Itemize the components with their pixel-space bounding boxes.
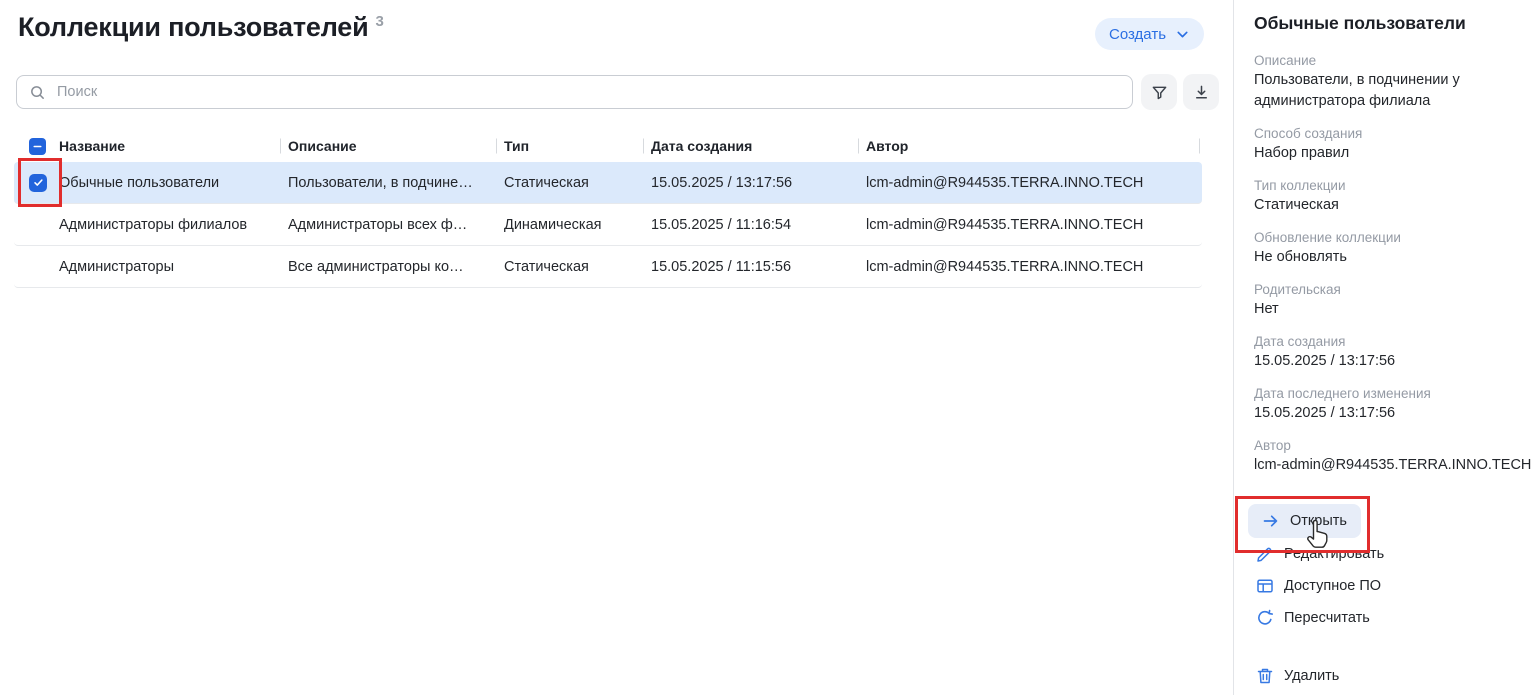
detail-field-label: Автор — [1254, 436, 1532, 455]
detail-field-label: Дата последнего изменения — [1254, 384, 1532, 403]
action-label: Открыть — [1290, 513, 1347, 529]
create-button[interactable]: Создать — [1095, 18, 1204, 50]
arrow-right-icon — [1262, 512, 1280, 530]
download-button[interactable] — [1183, 74, 1219, 110]
action-item[interactable]: Пересчитать — [1248, 602, 1378, 634]
cell-name: Администраторы — [59, 259, 280, 275]
action-label: Редактировать — [1284, 546, 1384, 562]
detail-field-label: Способ создания — [1254, 124, 1532, 143]
cell-created: 15.05.2025 / 11:16:54 — [643, 217, 858, 233]
detail-field: Описание Пользователи, в подчинении у ад… — [1254, 51, 1532, 112]
row-checkbox[interactable] — [29, 174, 47, 192]
cell-name: Администраторы филиалов — [59, 217, 280, 233]
cell-description: Администраторы всех ф… — [280, 217, 496, 233]
detail-field-label: Обновление коллекции — [1254, 228, 1532, 247]
detail-field: Тип коллекции Статическая — [1254, 176, 1532, 216]
table-header-row: Название Описание Тип Дата создания Авто… — [14, 130, 1202, 162]
pencil-icon — [1256, 545, 1274, 563]
column-header-type: Тип — [496, 138, 643, 154]
detail-field: Дата последнего изменения 15.05.2025 / 1… — [1254, 384, 1532, 424]
table-row[interactable]: Обычные пользователи Пользователи, в под… — [14, 162, 1202, 204]
trash-icon — [1256, 667, 1274, 685]
download-icon — [1192, 83, 1211, 102]
action-item[interactable]: Открыть — [1248, 504, 1361, 538]
detail-field-value: lcm-admin@R944535.TERRA.INNO.TECH — [1254, 455, 1532, 476]
column-header-description: Описание — [280, 138, 496, 154]
column-header-author: Автор — [858, 138, 1202, 154]
check-icon — [32, 176, 45, 189]
search-input[interactable] — [55, 83, 1120, 101]
detail-field-value: Не обновлять — [1254, 247, 1532, 268]
select-all-checkbox[interactable] — [29, 138, 46, 155]
details-fields: Описание Пользователи, в подчинении у ад… — [1254, 51, 1532, 476]
detail-field: Обновление коллекции Не обновлять — [1254, 228, 1532, 268]
action-item[interactable]: Удалить — [1248, 660, 1347, 692]
cell-author: lcm-admin@R944535.TERRA.INNO.TECH — [858, 175, 1202, 191]
search-bar — [16, 75, 1133, 109]
cell-type: Статическая — [496, 175, 643, 191]
details-title: Обычные пользователи — [1254, 13, 1532, 34]
cell-created: 15.05.2025 / 13:17:56 — [643, 175, 858, 191]
detail-field-label: Тип коллекции — [1254, 176, 1532, 195]
action-label: Пересчитать — [1284, 610, 1370, 626]
filter-icon — [1150, 83, 1169, 102]
software-window-icon — [1256, 577, 1274, 595]
action-label: Удалить — [1284, 668, 1339, 684]
table-row[interactable]: Администраторы филиалов Администраторы в… — [14, 204, 1202, 246]
detail-field-value: Нет — [1254, 299, 1532, 320]
cell-created: 15.05.2025 / 11:15:56 — [643, 259, 858, 275]
detail-field-value: 15.05.2025 / 13:17:56 — [1254, 403, 1532, 424]
collections-table: Название Описание Тип Дата создания Авто… — [0, 130, 1202, 288]
action-label: Доступное ПО — [1284, 578, 1381, 594]
detail-field-label: Дата создания — [1254, 332, 1532, 351]
detail-field-label: Описание — [1254, 51, 1532, 70]
cell-type: Динамическая — [496, 217, 643, 233]
cell-description: Все администраторы ко… — [280, 259, 496, 275]
filter-button[interactable] — [1141, 74, 1177, 110]
column-header-created: Дата создания — [643, 138, 858, 154]
action-item[interactable]: Редактировать — [1248, 538, 1392, 570]
detail-field: Родительская Нет — [1254, 280, 1532, 320]
detail-field-value: Пользователи, в подчинении у администрат… — [1254, 70, 1532, 112]
collection-count-badge: 3 — [376, 13, 384, 30]
detail-field: Автор lcm-admin@R944535.TERRA.INNO.TECH — [1254, 436, 1532, 476]
detail-field: Способ создания Набор правил — [1254, 124, 1532, 164]
page-title: Коллекции пользователей3 — [18, 12, 384, 43]
detail-field-value: 15.05.2025 / 13:17:56 — [1254, 351, 1532, 372]
detail-field: Дата создания 15.05.2025 / 13:17:56 — [1254, 332, 1532, 372]
detail-field-value: Статическая — [1254, 195, 1532, 216]
chevron-down-icon — [1175, 27, 1190, 42]
details-actions: Открыть Редактировать Доступное ПО Перес… — [1248, 504, 1392, 692]
column-header-name: Название — [59, 138, 280, 154]
detail-field-value: Набор правил — [1254, 143, 1532, 164]
indeterminate-icon — [31, 140, 44, 153]
refresh-icon — [1256, 609, 1274, 627]
cell-author: lcm-admin@R944535.TERRA.INNO.TECH — [858, 217, 1202, 233]
search-icon — [29, 84, 46, 101]
cell-name: Обычные пользователи — [59, 175, 280, 191]
cell-author: lcm-admin@R944535.TERRA.INNO.TECH — [858, 259, 1202, 275]
cell-type: Статическая — [496, 259, 643, 275]
table-row[interactable]: Администраторы Все администраторы ко… Ст… — [14, 246, 1202, 288]
table-body: Обычные пользователи Пользователи, в под… — [0, 162, 1202, 288]
action-item[interactable]: Доступное ПО — [1248, 570, 1389, 602]
detail-field-label: Родительская — [1254, 280, 1532, 299]
cell-description: Пользователи, в подчине… — [280, 175, 496, 191]
